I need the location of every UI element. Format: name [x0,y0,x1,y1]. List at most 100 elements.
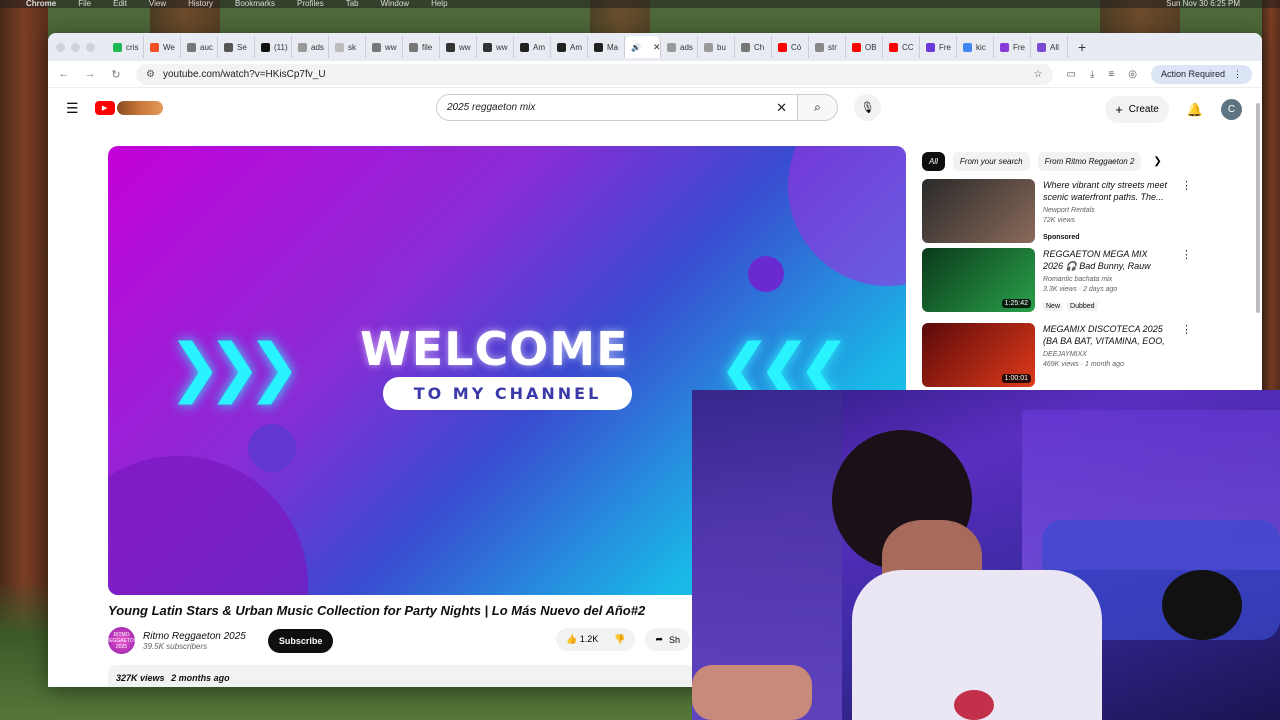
recommendation-thumbnail[interactable]: 1:00:01 [922,323,1035,387]
tab-strip: cris We auc Se (11) ads sk ww file ww ww Am Am Ma 🔊 ✕ ad… [48,33,1262,61]
menubar-item[interactable]: History [188,0,213,8]
url-text: youtube.com/watch?v=HKisCp7fv_U [162,68,326,80]
clear-search-icon[interactable]: ✕ [776,100,787,116]
browser-tab[interactable]: Se [218,36,255,58]
tab-label: file [422,42,433,52]
menubar-item[interactable]: Bookmarks [235,0,275,8]
recommendation-channel[interactable]: Romantic bachata mix [1043,275,1169,285]
create-button[interactable]: + Create [1105,96,1169,123]
minimize-window-button[interactable] [71,42,80,52]
recommendation-channel[interactable]: Newport Rentals [1043,206,1169,216]
like-button[interactable]: 👍 1.2K [566,634,598,645]
action-required-button[interactable]: Action Required ⋮ [1150,64,1252,84]
browser-tab[interactable]: We [144,36,181,58]
browser-tab[interactable]: sk [329,36,366,58]
bookmark-star-icon[interactable]: ☆ [1034,69,1043,80]
browser-tab[interactable]: Có [772,36,809,58]
channel-name[interactable]: Ritmo Reggaeton 2025 [143,631,246,642]
search-button[interactable]: ⌕ [798,94,838,121]
download-icon[interactable]: ⤓ [1090,69,1094,80]
recommendation-title[interactable]: Where vibrant city streets meet scenic w… [1043,179,1169,203]
recommendation-title[interactable]: MEGAMIX DISCOTECA 2025 (BA BA BAT, VITAM… [1043,323,1169,347]
address-bar[interactable]: ⚙ youtube.com/watch?v=HKisCp7fv_U ☆ [136,63,1053,85]
duration-badge: 1:25:42 [1001,299,1031,308]
recommendation-thumbnail[interactable] [922,179,1035,243]
notifications-bell-icon[interactable]: 🔔 [1187,102,1203,118]
recommendation-item[interactable]: 1:25:42 REGGAETON MEGA MIX 2026 🎧 Bad Bun… [922,248,1192,313]
account-avatar[interactable]: C [1221,99,1242,120]
menubar-item[interactable]: File [78,0,91,8]
share-button[interactable]: ➦ Sh [645,628,691,651]
forward-arrow-icon[interactable]: → [84,68,96,80]
browser-tab[interactable]: All [1031,36,1068,58]
menubar-item[interactable]: Chrome [26,0,56,8]
browser-tab[interactable]: Fre [920,36,957,58]
zoom-window-button[interactable] [86,42,95,52]
tab-favicon-icon [224,42,233,52]
browser-tab[interactable]: ads [661,36,698,58]
browser-tab[interactable]: str [809,36,846,58]
browser-tab[interactable]: ww [440,36,477,58]
menubar-item[interactable]: Window [381,0,409,8]
hamburger-menu-icon[interactable]: ☰ [66,100,79,117]
more-options-icon[interactable]: ⋮ [1181,179,1192,244]
chevron-right-icon[interactable]: ❯ [1153,156,1161,167]
browser-tab[interactable]: Am [514,36,551,58]
browser-tab[interactable]: auc [181,36,218,58]
browser-tab[interactable]: Ma [588,36,625,58]
close-window-button[interactable] [56,42,65,52]
voice-search-button[interactable]: 🎙 [854,94,881,121]
close-tab-icon[interactable]: ✕ [653,42,660,53]
more-options-icon[interactable]: ⋮ [1181,248,1192,313]
browser-tab[interactable]: bu [698,36,735,58]
recommendation-item[interactable]: Where vibrant city streets meet scenic w… [922,179,1192,244]
menubar-item[interactable]: Profiles [297,0,324,8]
browser-tab[interactable]: (11) [255,36,292,58]
browser-tab[interactable]: OB [846,36,883,58]
browser-tab[interactable]: ww [477,36,514,58]
browser-tab[interactable]: CC [883,36,920,58]
browser-tab[interactable]: ads [292,36,329,58]
browser-tab[interactable]: ww [366,36,403,58]
browser-tab[interactable]: kic [957,36,994,58]
browser-tab-active[interactable]: 🔊 ✕ [625,36,661,58]
action-required-label: Action Required [1160,68,1225,79]
media-icon[interactable]: ≡ [1108,69,1114,80]
recommendation-channel[interactable]: DEEJAYMIXX [1043,350,1169,360]
youtube-logo[interactable]: ▶ [94,101,163,115]
tab-favicon-icon [852,42,861,52]
reload-icon[interactable]: ↻ [110,68,122,81]
chip-from-channel[interactable]: From Ritmo Reggaeton 2 [1037,152,1142,171]
extension-icon[interactable]: ▭ [1067,69,1076,80]
site-info-icon[interactable]: ⚙ [146,69,155,80]
recommendation-thumbnail[interactable]: 1:25:42 [922,248,1035,312]
player-subline: TO MY CHANNEL [383,377,632,410]
tab-favicon-icon [113,42,122,52]
page-scrollbar[interactable] [1256,103,1260,313]
new-tab-button[interactable]: + [1078,39,1086,55]
menubar-item[interactable]: View [149,0,166,8]
profile-icon[interactable]: ◎ [1128,69,1137,80]
tab-list: cris We auc Se (11) ads sk ww file ww ww Am Am Ma 🔊 ✕ ad… [107,36,1068,58]
dislike-button[interactable]: 👎 [614,634,625,645]
chip-all[interactable]: All [922,152,945,171]
browser-tab[interactable]: cris [107,36,144,58]
view-count: 327K views [116,673,165,683]
channel-avatar[interactable]: RITMO REGGAETON 2025 [106,627,137,654]
menubar-item[interactable]: Edit [113,0,127,8]
subscribe-button[interactable]: Subscribe [267,628,334,653]
share-label: Sh [669,634,681,645]
back-arrow-icon[interactable]: ← [58,68,70,80]
menubar-item[interactable]: Tab [346,0,359,8]
browser-tab[interactable]: Fre [994,36,1031,58]
browser-tab[interactable]: file [403,36,440,58]
recommendation-item[interactable]: 1:00:01 MEGAMIX DISCOTECA 2025 (BA BA BAT… [922,323,1192,387]
browser-tab[interactable]: Ch [735,36,772,58]
chip-from-your-search[interactable]: From your search [952,152,1030,171]
search-input[interactable]: 2025 reggaeton mix ✕ [436,94,798,121]
more-options-icon[interactable]: ⋮ [1181,323,1192,387]
menubar-item[interactable]: Help [431,0,447,8]
tab-label: bu [717,42,726,52]
browser-tab[interactable]: Am [551,36,588,58]
recommendation-title[interactable]: REGGAETON MEGA MIX 2026 🎧 Bad Bunny, Rau… [1043,248,1169,272]
